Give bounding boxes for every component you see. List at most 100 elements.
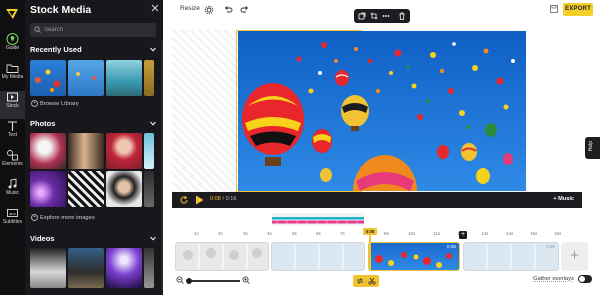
stock-media-panel: Stock Media Recently Used +Browse Librar…: [25, 0, 163, 295]
clip-3-selected[interactable]: 0:06: [368, 242, 460, 271]
search-input[interactable]: [44, 23, 152, 37]
tick-label: 9s: [384, 231, 389, 236]
panel-title: Stock Media: [30, 4, 92, 16]
section-photos[interactable]: Photos: [30, 119, 158, 129]
playhead[interactable]: [369, 235, 371, 270]
thumb-photo-woman[interactable]: [106, 133, 142, 169]
thumb-balloons[interactable]: [30, 60, 66, 96]
video-editor-app: Guide My Media Stock Text Elements Music…: [0, 0, 600, 295]
browse-library-link[interactable]: + Browse Library: [31, 100, 79, 108]
tick-label: 4s: [267, 231, 272, 236]
add-at-playhead-button[interactable]: +: [459, 231, 467, 239]
thumb-photo-bottle[interactable]: [68, 133, 104, 169]
subtitles-icon: [7, 209, 18, 217]
rail-label: Subtitles: [2, 219, 23, 225]
undo-icon[interactable]: [223, 5, 233, 15]
left-rail: Guide My Media Stock Text Elements Music…: [0, 0, 25, 295]
clip-4[interactable]: 0:06: [463, 242, 559, 271]
selection-frame[interactable]: [236, 30, 362, 192]
thumb-video-arena[interactable]: [30, 248, 66, 288]
zoom-out-icon[interactable]: [176, 276, 184, 284]
loop-icon[interactable]: [179, 195, 189, 205]
chevron-down-icon: [150, 47, 156, 52]
replace-icon[interactable]: [358, 12, 366, 20]
rail-label: Text: [7, 132, 18, 138]
gather-overlays-toggle[interactable]: [578, 275, 592, 283]
thumb-sky[interactable]: [68, 60, 104, 96]
tick-label: 7s: [340, 231, 345, 236]
save-icon[interactable]: [549, 4, 559, 14]
plus-icon: +: [31, 214, 38, 221]
search-box: [30, 23, 156, 37]
tick-label: 14s: [506, 231, 514, 236]
clip-2[interactable]: [271, 242, 365, 271]
rail-item-music[interactable]: Music: [0, 178, 25, 206]
section-title: Recently Used: [30, 45, 82, 54]
zoom-in-icon[interactable]: [242, 276, 250, 284]
photo-row-2: [30, 171, 154, 207]
rail-label: Guide: [5, 45, 20, 51]
timeline: 1s 2s 3s 4s 5s 6s 7s 9s 10s 11s 12s 13s …: [172, 208, 588, 276]
text-icon: [8, 121, 17, 131]
rail-item-subtitles[interactable]: Subtitles: [0, 207, 25, 235]
zoom-slider-track[interactable]: [187, 280, 240, 282]
thumb-photo-ice[interactable]: [144, 133, 154, 169]
tick-label: 3s: [243, 231, 248, 236]
rail-item-my-media[interactable]: My Media: [0, 62, 25, 90]
export-button[interactable]: EXPORT: [563, 3, 593, 16]
clip-1[interactable]: [175, 242, 269, 271]
rail-item-elements[interactable]: Elements: [0, 149, 25, 177]
thumb-photo-stripes[interactable]: [68, 171, 104, 207]
thumb-video-road[interactable]: [68, 248, 104, 288]
thumb-partial[interactable]: [144, 60, 154, 96]
rail-item-stock[interactable]: Stock: [0, 91, 25, 119]
rail-label: My Media: [1, 74, 24, 80]
app-logo-icon: [6, 9, 18, 19]
tick-label: 11s: [433, 231, 441, 236]
add-clip-button[interactable]: +: [561, 242, 588, 271]
gather-overlays-label: Gather overlays: [533, 276, 574, 282]
playhead-time-label[interactable]: 0:08: [363, 228, 377, 235]
rail-label: Elements: [2, 161, 23, 167]
thumb-photo-man[interactable]: [106, 171, 142, 207]
clip-duration: 0:06: [546, 244, 555, 249]
panel-scrollbar[interactable]: [161, 40, 163, 290]
rail-item-guide[interactable]: Guide: [0, 33, 25, 61]
tick-label: 10s: [408, 231, 416, 236]
help-tab[interactable]: Help: [585, 137, 600, 159]
section-videos[interactable]: Videos: [30, 234, 158, 244]
more-options-icon[interactable]: [382, 12, 390, 20]
add-music-button[interactable]: + Music: [553, 196, 574, 202]
shapes-icon: [7, 150, 18, 161]
music-note-icon: [8, 178, 17, 189]
timeline-ruler[interactable]: 1s 2s 3s 4s 5s 6s 7s 9s 10s 11s 12s 13s …: [172, 228, 582, 240]
tick-label: 16s: [554, 231, 562, 236]
recent-thumbs: [30, 60, 154, 96]
thumb-photo-bokeh[interactable]: [30, 171, 66, 207]
bottom-bar: Gather overlays: [172, 272, 600, 295]
thumb-photo-dark[interactable]: [144, 171, 154, 207]
crop-icon[interactable]: [370, 12, 378, 20]
close-icon[interactable]: [151, 4, 159, 12]
section-recently-used[interactable]: Recently Used: [30, 45, 158, 55]
split-scissors-icon[interactable]: [368, 277, 376, 285]
player-bar: 0:08 / 0:16 + Music: [172, 192, 582, 208]
thumb-video-concert[interactable]: [106, 248, 142, 288]
time-display: 0:08 / 0:16: [210, 196, 237, 202]
resize-button[interactable]: Resize: [180, 5, 200, 12]
thumb-video-partial[interactable]: [144, 248, 154, 288]
thumb-lake[interactable]: [106, 60, 142, 96]
rail-item-text[interactable]: Text: [0, 120, 25, 148]
swap-icon[interactable]: [356, 277, 364, 285]
audio-track[interactable]: [272, 213, 364, 226]
zoom-slider-handle[interactable]: [186, 277, 192, 284]
total-duration: 0:16: [225, 196, 237, 202]
gear-icon[interactable]: [204, 5, 214, 15]
explore-images-link[interactable]: + Explore more images: [31, 214, 95, 222]
clip-tools: [353, 275, 379, 287]
lightbulb-icon: [6, 33, 19, 45]
redo-icon[interactable]: [240, 5, 250, 15]
thumb-photo-flowers[interactable]: [30, 133, 66, 169]
play-icon[interactable]: [195, 195, 204, 205]
trash-icon[interactable]: [398, 12, 406, 20]
